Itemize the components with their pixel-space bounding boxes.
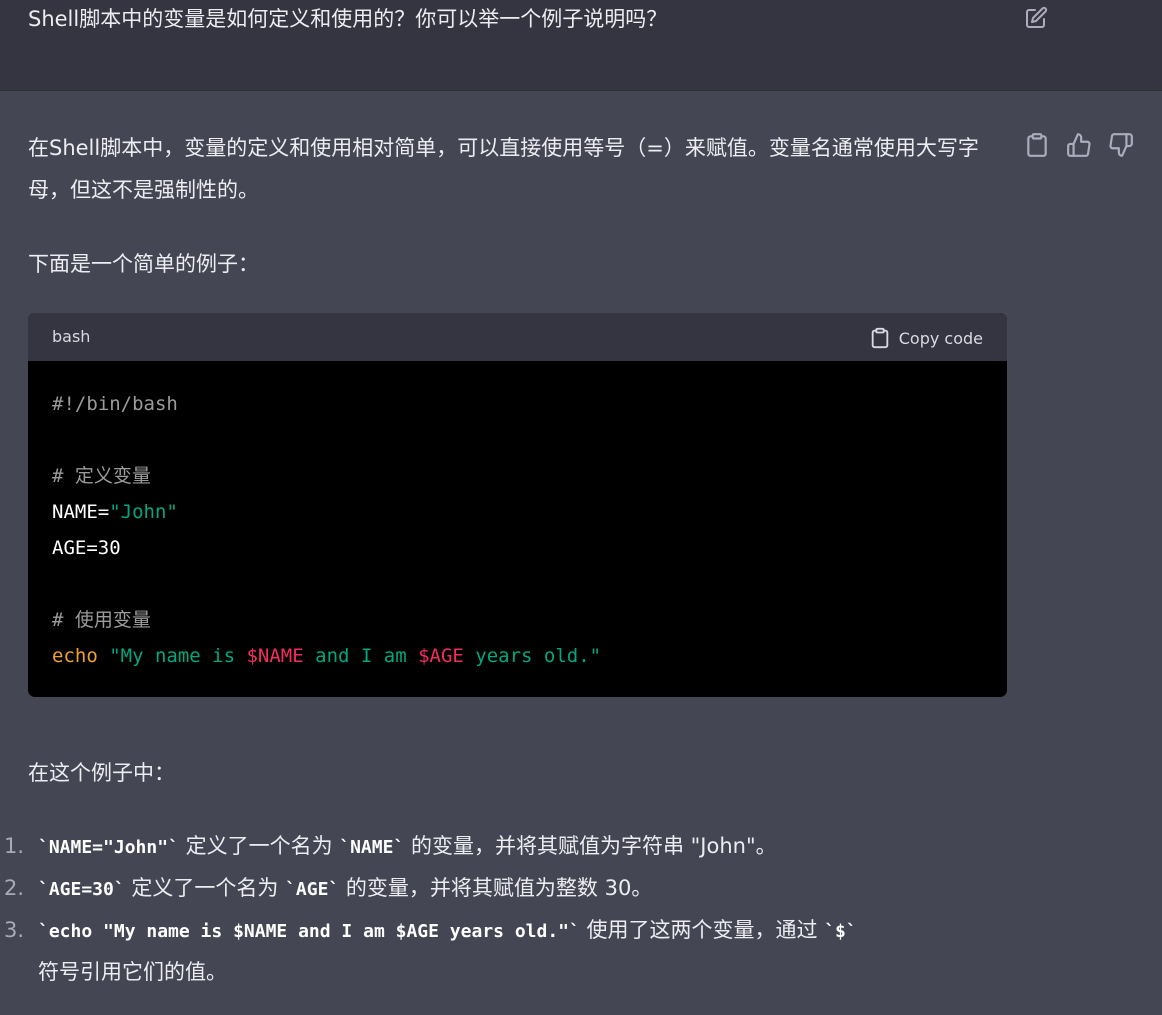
clipboard-icon[interactable] [1024,132,1050,158]
code-block-header: bash Copy code [28,313,1007,361]
code-line: echo "My name is $NAME and I am $AGE yea… [52,645,602,667]
copy-code-label: Copy code [898,328,983,348]
copy-code-button[interactable]: Copy code [869,325,983,351]
example-label: 下面是一个简单的例子： [28,252,259,276]
thumbs-up-icon[interactable] [1066,132,1092,158]
thumbs-down-icon[interactable] [1108,132,1134,158]
code-language: bash [52,327,91,346]
clipboard-icon [871,327,888,349]
code-line: # 使用变量 [52,609,151,631]
explain-label: 在这个例子中： [28,761,175,785]
code-line: # 定义变量 [52,465,151,487]
code-line: AGE=30 [52,537,121,559]
user-message-text: Shell脚本中的变量是如何定义和使用的？你可以举一个例子说明吗？ [28,7,668,31]
code-line: #!/bin/bash [52,393,178,415]
intro-paragraph: 在Shell脚本中，变量的定义和使用相对简单，可以直接使用等号（=）来赋值。变量… [28,136,979,202]
edit-icon[interactable] [1024,6,1048,30]
code-line: NAME="John" [52,501,178,523]
code-block: bash Copy code #!/bin/bash # 定义变量 NAME="… [28,313,1007,697]
user-message: Shell脚本中的变量是如何定义和使用的？你可以举一个例子说明吗？ [0,0,1162,91]
